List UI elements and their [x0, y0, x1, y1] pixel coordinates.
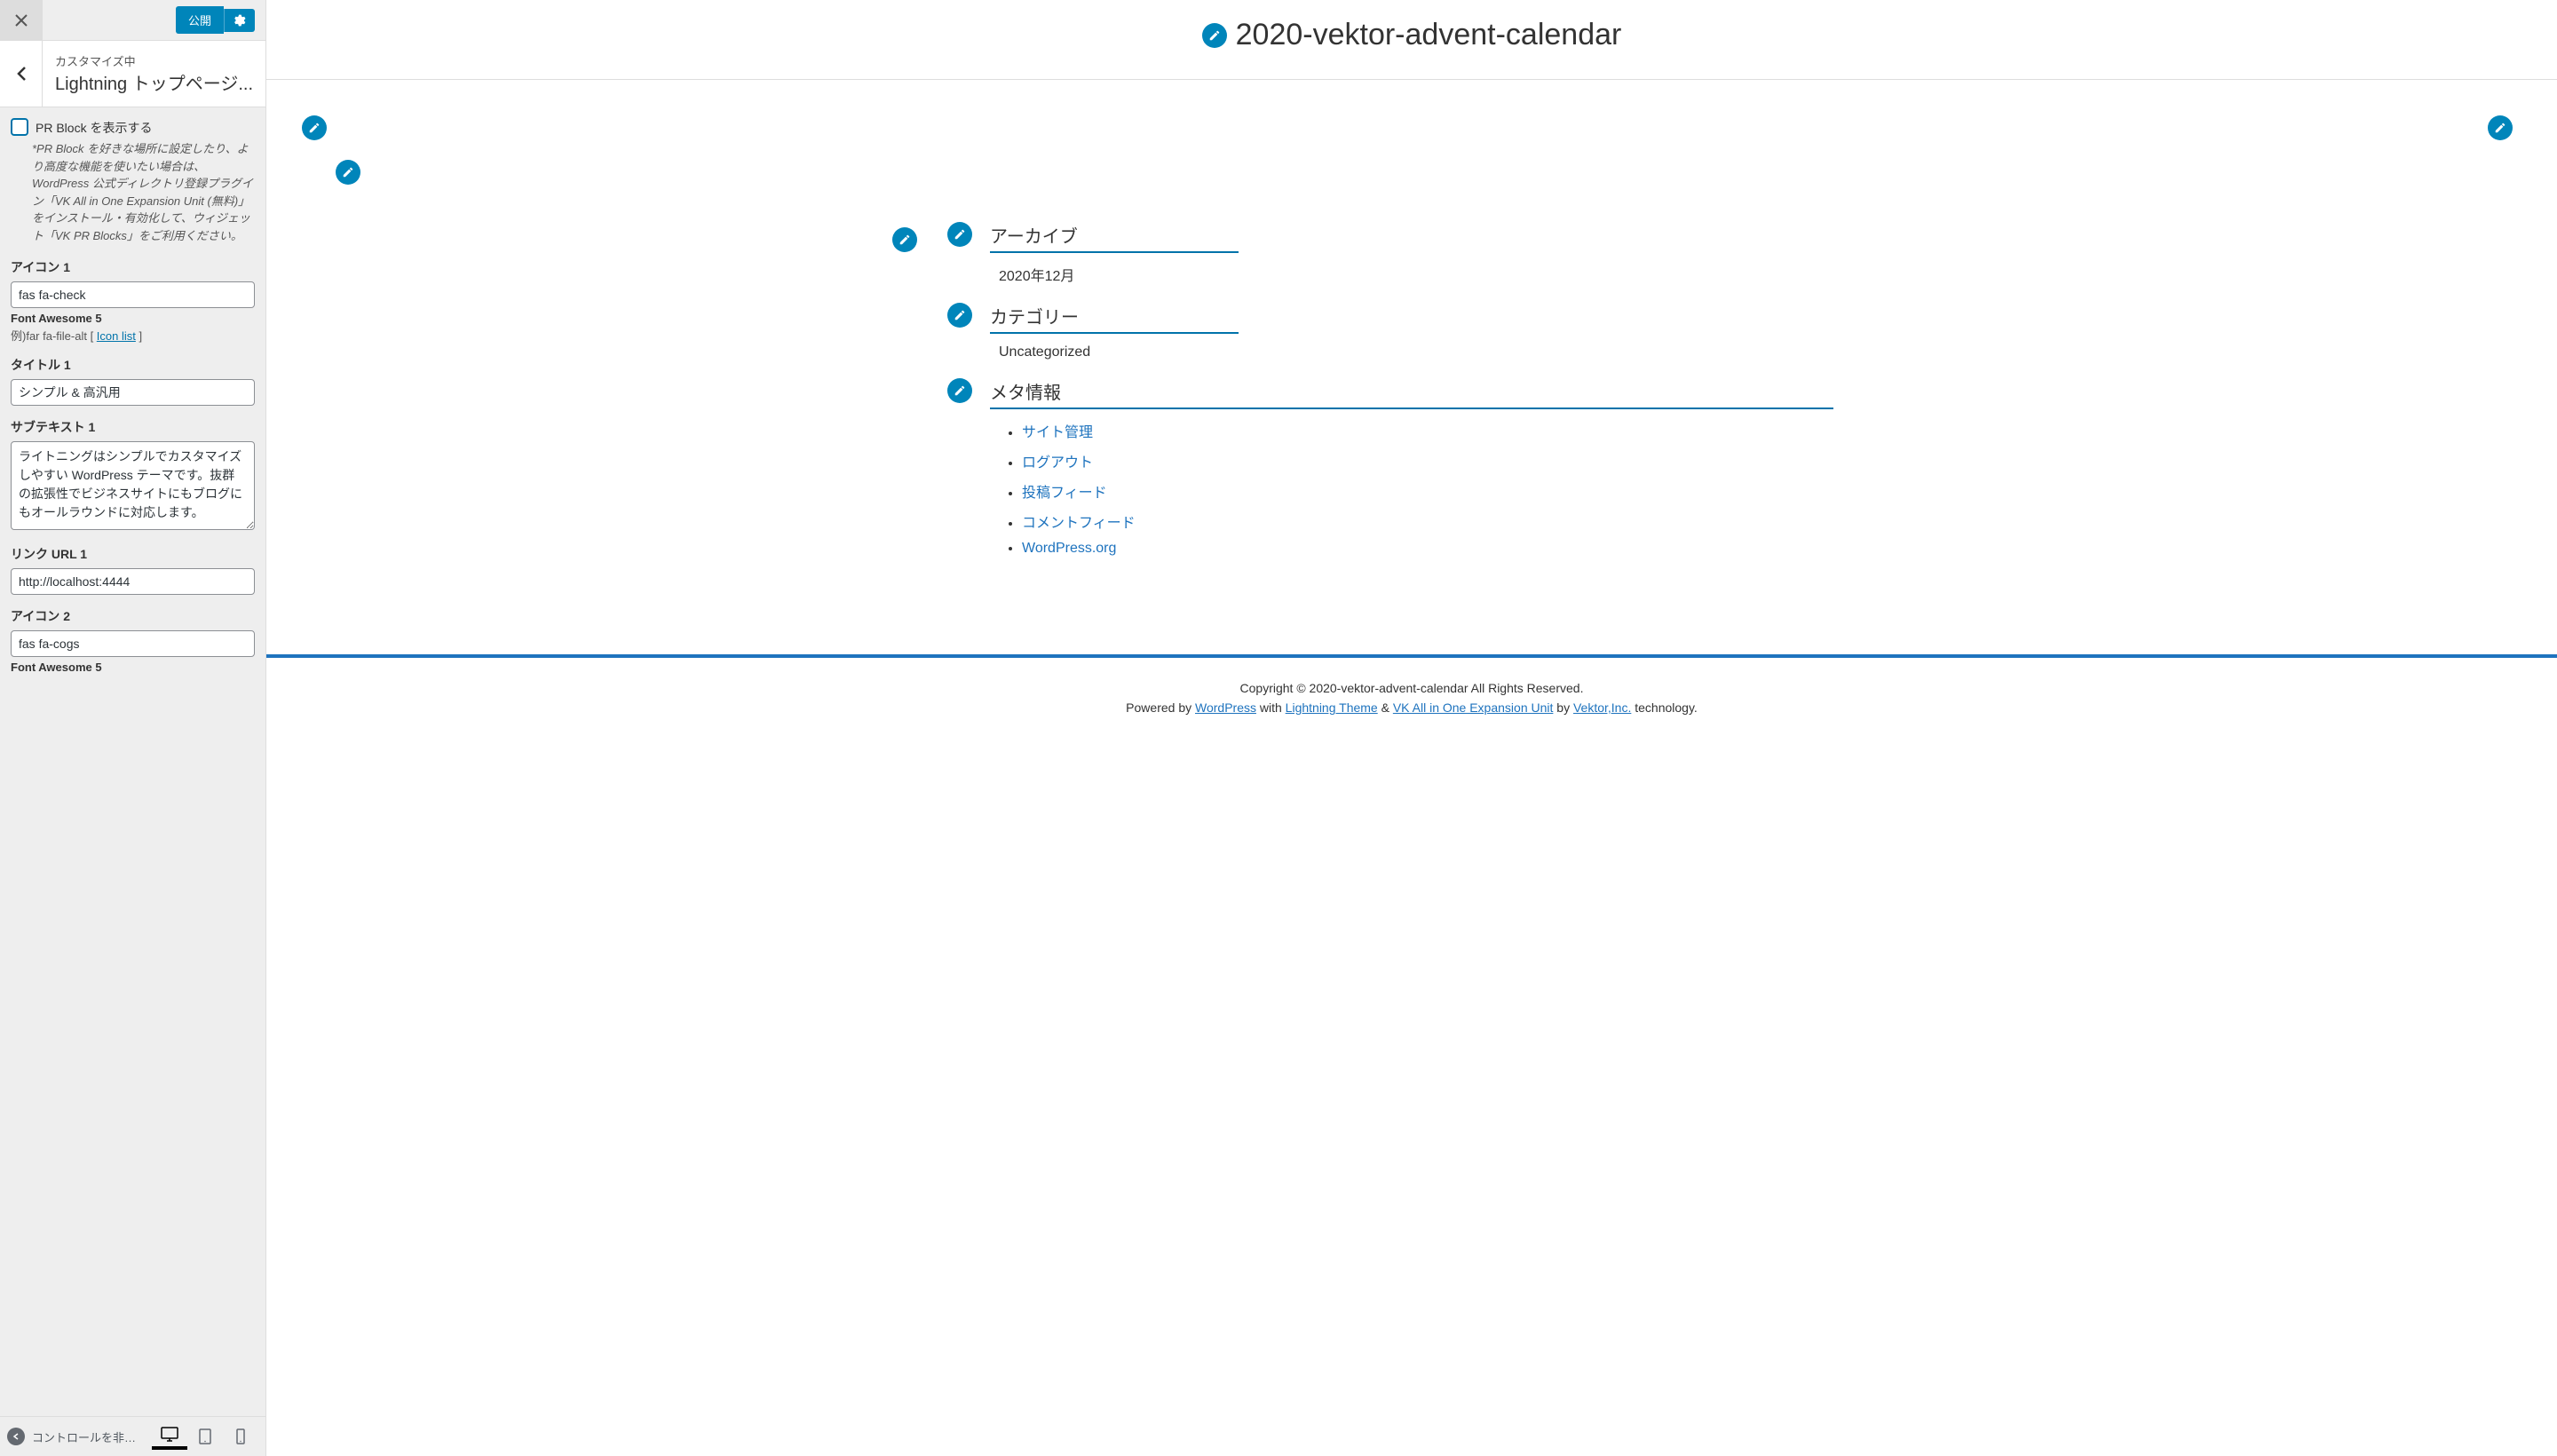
- link1-label: リンク URL 1: [11, 545, 255, 563]
- list-item: コメントフィード: [1022, 510, 1833, 532]
- title1-label: タイトル 1: [11, 356, 255, 374]
- gear-icon: [234, 14, 246, 27]
- site-header: 2020-vektor-advent-calendar: [266, 0, 2557, 79]
- back-button[interactable]: [0, 41, 43, 107]
- icon2-input[interactable]: [11, 630, 255, 657]
- pencil-icon: [342, 166, 354, 178]
- title1-input[interactable]: [11, 379, 255, 406]
- meta-links-list: サイト管理 ログアウト 投稿フィード コメントフィード WordPress.or…: [990, 420, 1833, 557]
- list-item: ログアウト: [1022, 450, 1833, 471]
- icon1-label: アイコン 1: [11, 258, 255, 276]
- link1-input[interactable]: [11, 568, 255, 595]
- footer-copyright: Copyright © 2020-vektor-advent-calendar …: [284, 681, 2539, 695]
- site-footer: Copyright © 2020-vektor-advent-calendar …: [266, 658, 2557, 738]
- sidebar-footer: コントロールを非表示: [0, 1416, 265, 1456]
- edit-shortcut-2[interactable]: [336, 160, 360, 185]
- close-button[interactable]: [0, 0, 43, 41]
- subtext1-textarea[interactable]: ライトニングはシンプルでカスタマイズしやすい WordPress テーマです。抜…: [11, 441, 255, 530]
- meta-link[interactable]: 投稿フィード: [1022, 486, 1107, 501]
- meta-link[interactable]: サイト管理: [1022, 425, 1093, 440]
- desktop-icon: [161, 1427, 178, 1443]
- device-desktop-button[interactable]: [152, 1423, 187, 1450]
- section-header: カスタマイズ中 Lightning トップページ...: [0, 41, 265, 107]
- meta-link[interactable]: WordPress.org: [1022, 541, 1116, 556]
- vk-unit-link[interactable]: VK All in One Expansion Unit: [1393, 700, 1554, 715]
- archive-title: アーカイブ: [990, 222, 1078, 248]
- edit-shortcut-category[interactable]: [947, 303, 972, 328]
- vektor-link[interactable]: Vektor,Inc.: [1573, 700, 1631, 715]
- sidebar-top-bar: 公開: [0, 0, 265, 41]
- archive-widget: アーカイブ 2020年12月: [990, 222, 1833, 285]
- wordpress-link[interactable]: WordPress: [1195, 700, 1256, 715]
- edit-shortcut-3[interactable]: [2488, 115, 2513, 140]
- meta-widget: メタ情報 サイト管理 ログアウト 投稿フィード コメントフィード WordPre…: [990, 378, 1833, 557]
- list-item: 投稿フィード: [1022, 480, 1833, 502]
- section-title: Lightning トップページ...: [55, 69, 253, 95]
- chevron-left-icon: [16, 66, 27, 82]
- category-item[interactable]: Uncategorized: [990, 344, 1833, 360]
- footer-powered: Powered by WordPress with Lightning Them…: [284, 700, 2539, 715]
- pencil-icon: [1208, 29, 1221, 42]
- pr-block-checkbox-label: PR Block を表示する: [36, 118, 152, 137]
- lightning-link[interactable]: Lightning Theme: [1286, 700, 1378, 715]
- pr-block-checkbox[interactable]: [11, 118, 28, 136]
- pencil-icon: [308, 122, 321, 134]
- edit-shortcut-1[interactable]: [302, 115, 327, 140]
- tablet-icon: [199, 1428, 211, 1444]
- customize-label: カスタマイズ中: [55, 52, 253, 69]
- device-mobile-button[interactable]: [223, 1423, 258, 1450]
- category-widget: カテゴリー Uncategorized: [990, 303, 1833, 360]
- pencil-icon: [899, 233, 911, 246]
- customizer-sidebar: 公開 カスタマイズ中 Lightning トップページ... PR Block …: [0, 0, 266, 1456]
- publish-button[interactable]: 公開: [176, 6, 224, 34]
- font-awesome-label: Font Awesome 5: [11, 312, 255, 325]
- collapse-label: コントロールを非表示: [32, 1428, 145, 1445]
- chevron-left-small-icon: [12, 1433, 20, 1440]
- icon2-label: アイコン 2: [11, 607, 255, 625]
- device-tablet-button[interactable]: [187, 1423, 223, 1450]
- icon1-input[interactable]: [11, 281, 255, 308]
- pencil-icon: [954, 309, 966, 321]
- meta-title: メタ情報: [990, 378, 1061, 404]
- close-icon: [14, 13, 28, 28]
- category-title: カテゴリー: [990, 303, 1079, 328]
- pencil-icon: [2494, 122, 2506, 134]
- list-item: WordPress.org: [1022, 541, 1833, 557]
- subtext1-label: サブテキスト 1: [11, 418, 255, 436]
- mobile-icon: [236, 1428, 245, 1444]
- icon1-example: 例)far fa-file-alt [ Icon list ]: [11, 327, 255, 344]
- sidebar-scroll-area[interactable]: PR Block を表示する *PR Block を好きな場所に設定したり、より…: [0, 107, 265, 1456]
- pencil-icon: [954, 228, 966, 241]
- edit-shortcut-column[interactable]: [892, 227, 917, 252]
- icon-list-link[interactable]: Icon list: [97, 329, 136, 343]
- archive-item[interactable]: 2020年12月: [990, 264, 1833, 285]
- site-title[interactable]: 2020-vektor-advent-calendar: [1236, 18, 1622, 52]
- pr-block-help-text: *PR Block を好きな場所に設定したり、より高度な機能を使いたい場合は、W…: [32, 140, 255, 244]
- edit-shortcut-title[interactable]: [1202, 23, 1227, 48]
- pencil-icon: [954, 384, 966, 397]
- meta-link[interactable]: ログアウト: [1022, 455, 1093, 471]
- preview-pane[interactable]: 2020-vektor-advent-calendar アーカイブ 2020年1…: [266, 0, 2557, 1456]
- font-awesome-label-2: Font Awesome 5: [11, 661, 255, 674]
- publish-settings-button[interactable]: [224, 9, 255, 32]
- edit-shortcut-archive[interactable]: [947, 222, 972, 247]
- list-item: サイト管理: [1022, 420, 1833, 441]
- collapse-button[interactable]: [7, 1428, 25, 1445]
- meta-link[interactable]: コメントフィード: [1022, 516, 1136, 531]
- edit-shortcut-meta[interactable]: [947, 378, 972, 403]
